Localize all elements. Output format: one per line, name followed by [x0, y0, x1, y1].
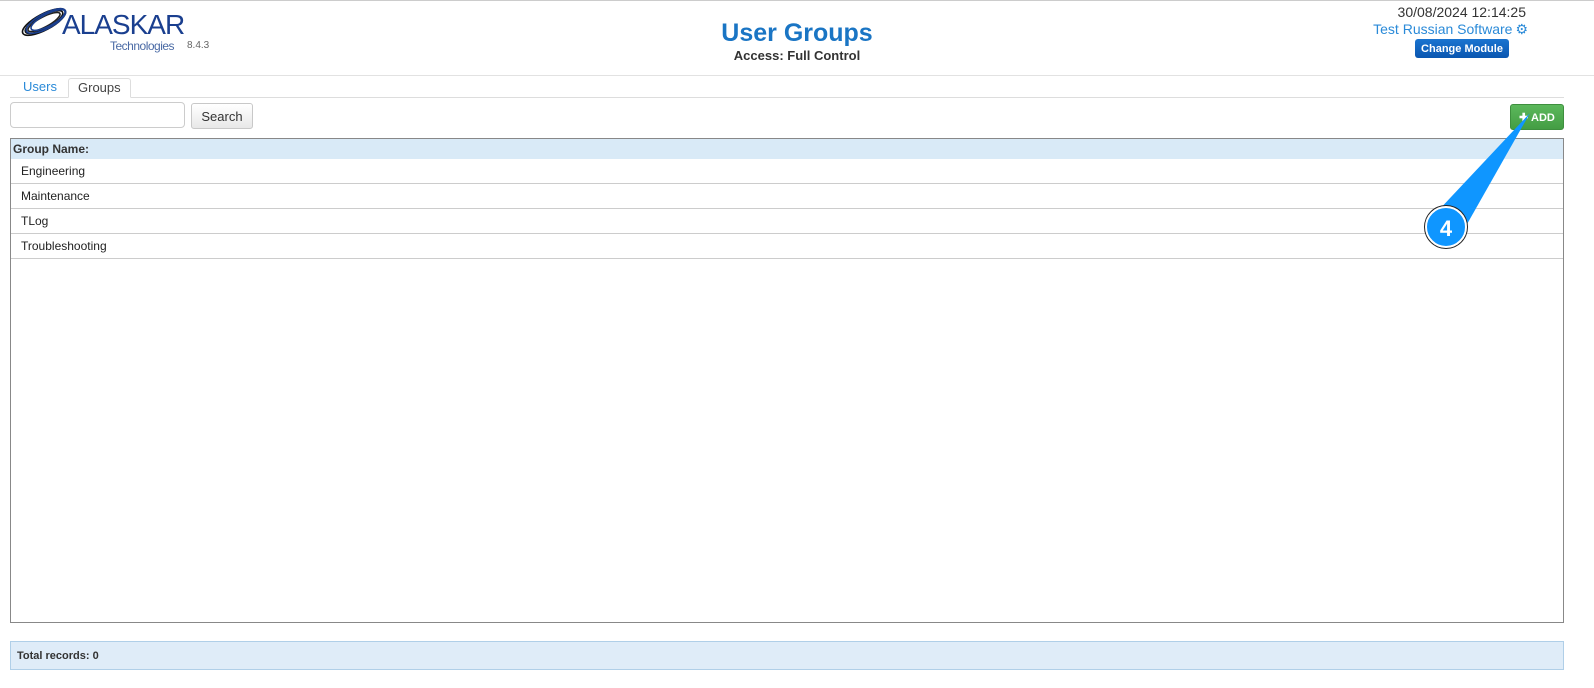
search-button[interactable]: Search — [191, 103, 253, 129]
add-button[interactable]: ✚ ADD — [1510, 104, 1564, 130]
header-divider — [0, 75, 1594, 76]
total-records: Total records: 0 — [10, 641, 1564, 670]
column-header-group-name[interactable]: Group Name: — [11, 139, 1563, 159]
gear-icon[interactable]: ⚙ — [1515, 21, 1528, 37]
add-label: ADD — [1531, 111, 1555, 124]
table-row[interactable]: Engineering — [11, 159, 1563, 184]
table-row[interactable]: Maintenance — [11, 184, 1563, 209]
search-input[interactable] — [10, 102, 185, 128]
tab-groups[interactable]: Groups — [68, 78, 131, 98]
tab-users[interactable]: Users — [14, 78, 66, 96]
table-row[interactable]: Troubleshooting — [11, 234, 1563, 259]
access-level: Access: Full Control — [733, 48, 861, 63]
groups-table: Group Name: Engineering Maintenance TLog… — [10, 138, 1564, 623]
page-title: User Groups — [721, 19, 873, 47]
company-link[interactable]: Test Russian Software ⚙ — [1373, 21, 1528, 38]
company-name: Test Russian Software — [1373, 21, 1513, 37]
tab-bar: Users Groups — [10, 78, 1564, 98]
change-module-button[interactable]: Change Module — [1415, 39, 1509, 58]
datetime: 30/08/2024 12:14:25 — [1397, 4, 1526, 20]
callout-badge: 4 — [1425, 206, 1467, 248]
table-row[interactable]: TLog — [11, 209, 1563, 234]
plus-icon: ✚ — [1519, 111, 1532, 124]
